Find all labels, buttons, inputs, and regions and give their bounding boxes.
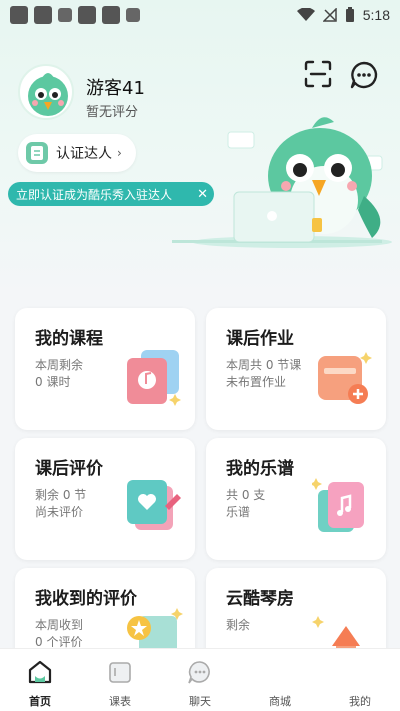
nav-label: 首页 — [29, 695, 51, 708]
nav-item-profile[interactable]: 我的 — [320, 649, 400, 711]
nav-label: 商城 — [269, 695, 291, 708]
music-book-icon — [127, 350, 181, 406]
chevron-right-icon: › — [117, 146, 122, 160]
card-post-class-review[interactable]: 课后评价 剩余 0 节 尚未评价 — [15, 438, 195, 560]
avatar[interactable] — [18, 64, 74, 120]
parrot-laptop-illustration — [172, 117, 392, 248]
clock: 5:18 — [362, 7, 390, 23]
heart-note-icon — [127, 480, 181, 530]
card-my-sheet-music[interactable]: 我的乐谱 共 0 支 乐谱 — [206, 438, 386, 560]
message-icon[interactable] — [349, 60, 379, 90]
shop-icon — [267, 659, 293, 685]
battery-icon — [345, 7, 354, 22]
status-bar: 5:18 — [0, 0, 400, 30]
notification-icon — [10, 6, 28, 24]
bottom-navigation: 首页 课表 聊天 商城 我的 — [0, 648, 400, 711]
profile-icon — [347, 659, 373, 685]
nav-item-shop[interactable]: 商城 — [240, 649, 320, 711]
card-homework[interactable]: 课后作业 本周共 0 节课 未布置作业 — [206, 308, 386, 430]
sheet-music-icon — [312, 478, 364, 532]
nav-label: 聊天 — [189, 695, 211, 708]
notification-icon — [34, 6, 52, 24]
lock-icon — [58, 8, 72, 22]
homework-icon — [318, 352, 372, 404]
app-icon — [126, 8, 140, 22]
promo-text: 立即认证成为酷乐秀入驻达人 — [16, 187, 173, 202]
rating-text: 暂无评分 — [86, 105, 139, 120]
nav-label: 课表 — [109, 695, 131, 708]
nav-item-chat[interactable]: 聊天 — [160, 649, 240, 711]
badge-icon — [26, 142, 48, 164]
notification-icon — [102, 6, 120, 24]
notification-icon — [78, 6, 96, 24]
nav-item-home[interactable]: 首页 — [0, 649, 80, 711]
scan-icon[interactable] — [304, 60, 332, 88]
wifi-icon — [296, 8, 315, 21]
nav-label: 我的 — [349, 695, 371, 708]
username: 游客41 — [86, 78, 145, 99]
card-my-courses[interactable]: 我的课程 本周剩余 0 课时 — [15, 308, 195, 430]
certify-label: 认证达人 — [56, 146, 112, 162]
nav-item-schedule[interactable]: 课表 — [80, 649, 160, 711]
chat-icon — [188, 661, 210, 684]
no-signal-icon — [322, 8, 337, 22]
certify-button[interactable]: 认证达人 › — [18, 134, 136, 172]
schedule-icon — [109, 662, 131, 683]
home-icon — [28, 660, 52, 684]
